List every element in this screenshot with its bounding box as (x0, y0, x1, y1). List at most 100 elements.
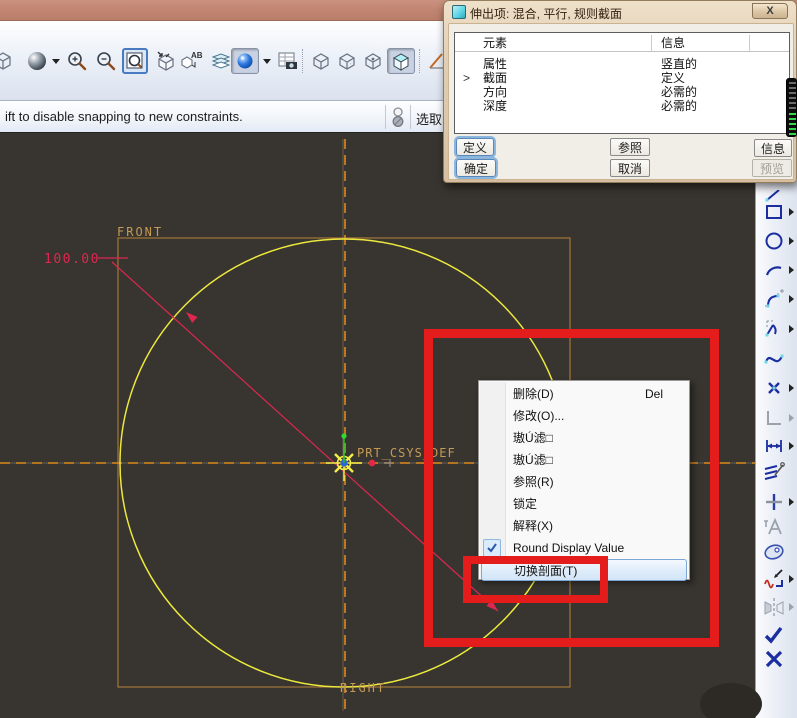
chamfer-icon (763, 318, 785, 340)
text-tool-button[interactable] (761, 514, 787, 540)
done-button[interactable] (761, 622, 787, 648)
meter-green-ticks (789, 113, 796, 135)
layers-icon (210, 50, 232, 72)
flyout-arrow-icon (789, 414, 794, 422)
element-cell: 深度 (483, 99, 507, 113)
datum-axes-icon (336, 50, 358, 72)
preview-button[interactable]: 预览 (752, 159, 792, 177)
meter-gray-ticks (789, 82, 796, 112)
datum-display-icon (234, 50, 256, 72)
chamfer-tool-button[interactable] (761, 316, 787, 342)
saved-view-list-icon: AB (179, 50, 203, 72)
coordinate-system-tool-button[interactable] (761, 405, 787, 431)
annotation-rectangle-small (463, 556, 608, 603)
element-cell: 方向 (483, 85, 507, 99)
zoom-out-icon (95, 50, 117, 72)
saved-view-list-button[interactable]: AB (178, 48, 204, 74)
modify-tool-button[interactable] (761, 460, 787, 486)
dialog-title: 伸出项: 混合, 平行, 规则截面 (470, 5, 622, 22)
spline-tool-button[interactable] (761, 346, 787, 372)
feature-element-dialog: 伸出项: 混合, 平行, 规则截面 X 元素 信息 属性 竖直的 > 截面 定义 (443, 0, 797, 183)
trim-tool-button[interactable] (761, 566, 787, 592)
dimension-icon (763, 435, 785, 457)
reorient-button[interactable] (152, 48, 178, 74)
stop-light-icon[interactable] (391, 106, 406, 134)
palette-tool-button[interactable] (761, 539, 787, 565)
right-plane-label[interactable]: RIGHT (340, 681, 386, 695)
constrain-icon (763, 491, 785, 513)
flyout-arrow-icon[interactable] (789, 498, 794, 506)
flyout-arrow-icon[interactable] (789, 325, 794, 333)
sphere-flyout-caret[interactable] (52, 59, 60, 64)
datum-planes-button[interactable] (308, 48, 334, 74)
text-icon (762, 516, 786, 538)
define-button[interactable]: 定义 (456, 138, 494, 156)
trim-icon (762, 567, 786, 591)
shading-icon (390, 50, 412, 72)
table-row-attributes[interactable]: 属性 竖直的 (455, 57, 789, 71)
datum-display-flyout-caret[interactable] (263, 59, 271, 64)
element-cell: 截面 (483, 71, 507, 85)
flyout-arrow-icon[interactable] (789, 208, 794, 216)
arc-tool-button[interactable] (761, 257, 787, 283)
cancel-button[interactable]: 取消 (610, 159, 650, 177)
circle-tool-button[interactable] (761, 228, 787, 254)
toolbar-separator (302, 49, 303, 73)
shaded-sphere-icon (26, 50, 48, 72)
dimension-value[interactable]: 100.00 (44, 252, 100, 267)
column-header-element: 元素 (483, 35, 507, 51)
table-row-depth[interactable]: 深度 必需的 (455, 99, 789, 113)
meter-strip (786, 78, 797, 137)
info-cell: 必需的 (661, 85, 697, 99)
spin-center-button[interactable] (0, 48, 16, 74)
info-cell: 定义 (661, 71, 685, 85)
point-tool-button[interactable] (761, 375, 787, 401)
datum-axes-button[interactable] (334, 48, 360, 74)
front-plane-label[interactable]: FRONT (117, 225, 163, 239)
flyout-arrow-icon[interactable] (789, 384, 794, 392)
dimension-tool-button[interactable] (761, 433, 787, 459)
fillet-tool-button[interactable] (761, 286, 787, 312)
flyout-arrow-icon[interactable] (789, 442, 794, 450)
application-screen: AB (0, 0, 797, 718)
mirror-tool-button[interactable] (761, 594, 787, 620)
info-button[interactable]: 信息 (754, 139, 792, 157)
constrain-tool-button[interactable] (761, 489, 787, 515)
red-reference-dot (369, 460, 376, 467)
shading-button[interactable] (387, 48, 415, 74)
column-divider (749, 35, 750, 51)
refit-button[interactable] (122, 48, 148, 74)
table-row-section[interactable]: > 截面 定义 (455, 71, 789, 85)
fillet-icon (763, 288, 785, 310)
dimension-arrow-upper (186, 312, 198, 323)
point-icon (763, 377, 785, 399)
ok-button[interactable]: 确定 (456, 159, 496, 177)
column-header-info: 信息 (661, 35, 685, 51)
table-row-direction[interactable]: 方向 必需的 (455, 85, 789, 99)
message-bar-separator (410, 105, 411, 129)
datum-points-icon (362, 50, 384, 72)
datum-display-button[interactable] (231, 48, 259, 74)
rectangle-tool-button[interactable] (761, 199, 787, 225)
done-check-icon (762, 624, 786, 646)
select-mode-label: 选取 (416, 109, 442, 128)
zoom-in-button[interactable] (64, 48, 90, 74)
close-button[interactable]: X (752, 3, 788, 19)
view-manager-button[interactable] (275, 48, 301, 74)
zoom-out-button[interactable] (93, 48, 119, 74)
sketcher-toolbar (755, 133, 797, 718)
element-table[interactable]: 元素 信息 属性 竖直的 > 截面 定义 方向 必需的 (454, 32, 790, 134)
flyout-arrow-icon[interactable] (789, 237, 794, 245)
status-message: ift to disable snapping to new constrain… (5, 109, 243, 124)
flyout-arrow-icon[interactable] (789, 575, 794, 583)
flyout-arrow-icon[interactable] (789, 266, 794, 274)
references-button[interactable]: 参照 (610, 138, 650, 156)
datum-points-button[interactable] (360, 48, 386, 74)
refit-icon (124, 50, 146, 72)
arc-icon (763, 259, 785, 281)
flyout-arrow-icon (789, 603, 794, 611)
modify-icon (762, 461, 786, 485)
quit-button[interactable] (761, 646, 787, 672)
shaded-sphere-button[interactable] (24, 48, 50, 74)
flyout-arrow-icon[interactable] (789, 295, 794, 303)
